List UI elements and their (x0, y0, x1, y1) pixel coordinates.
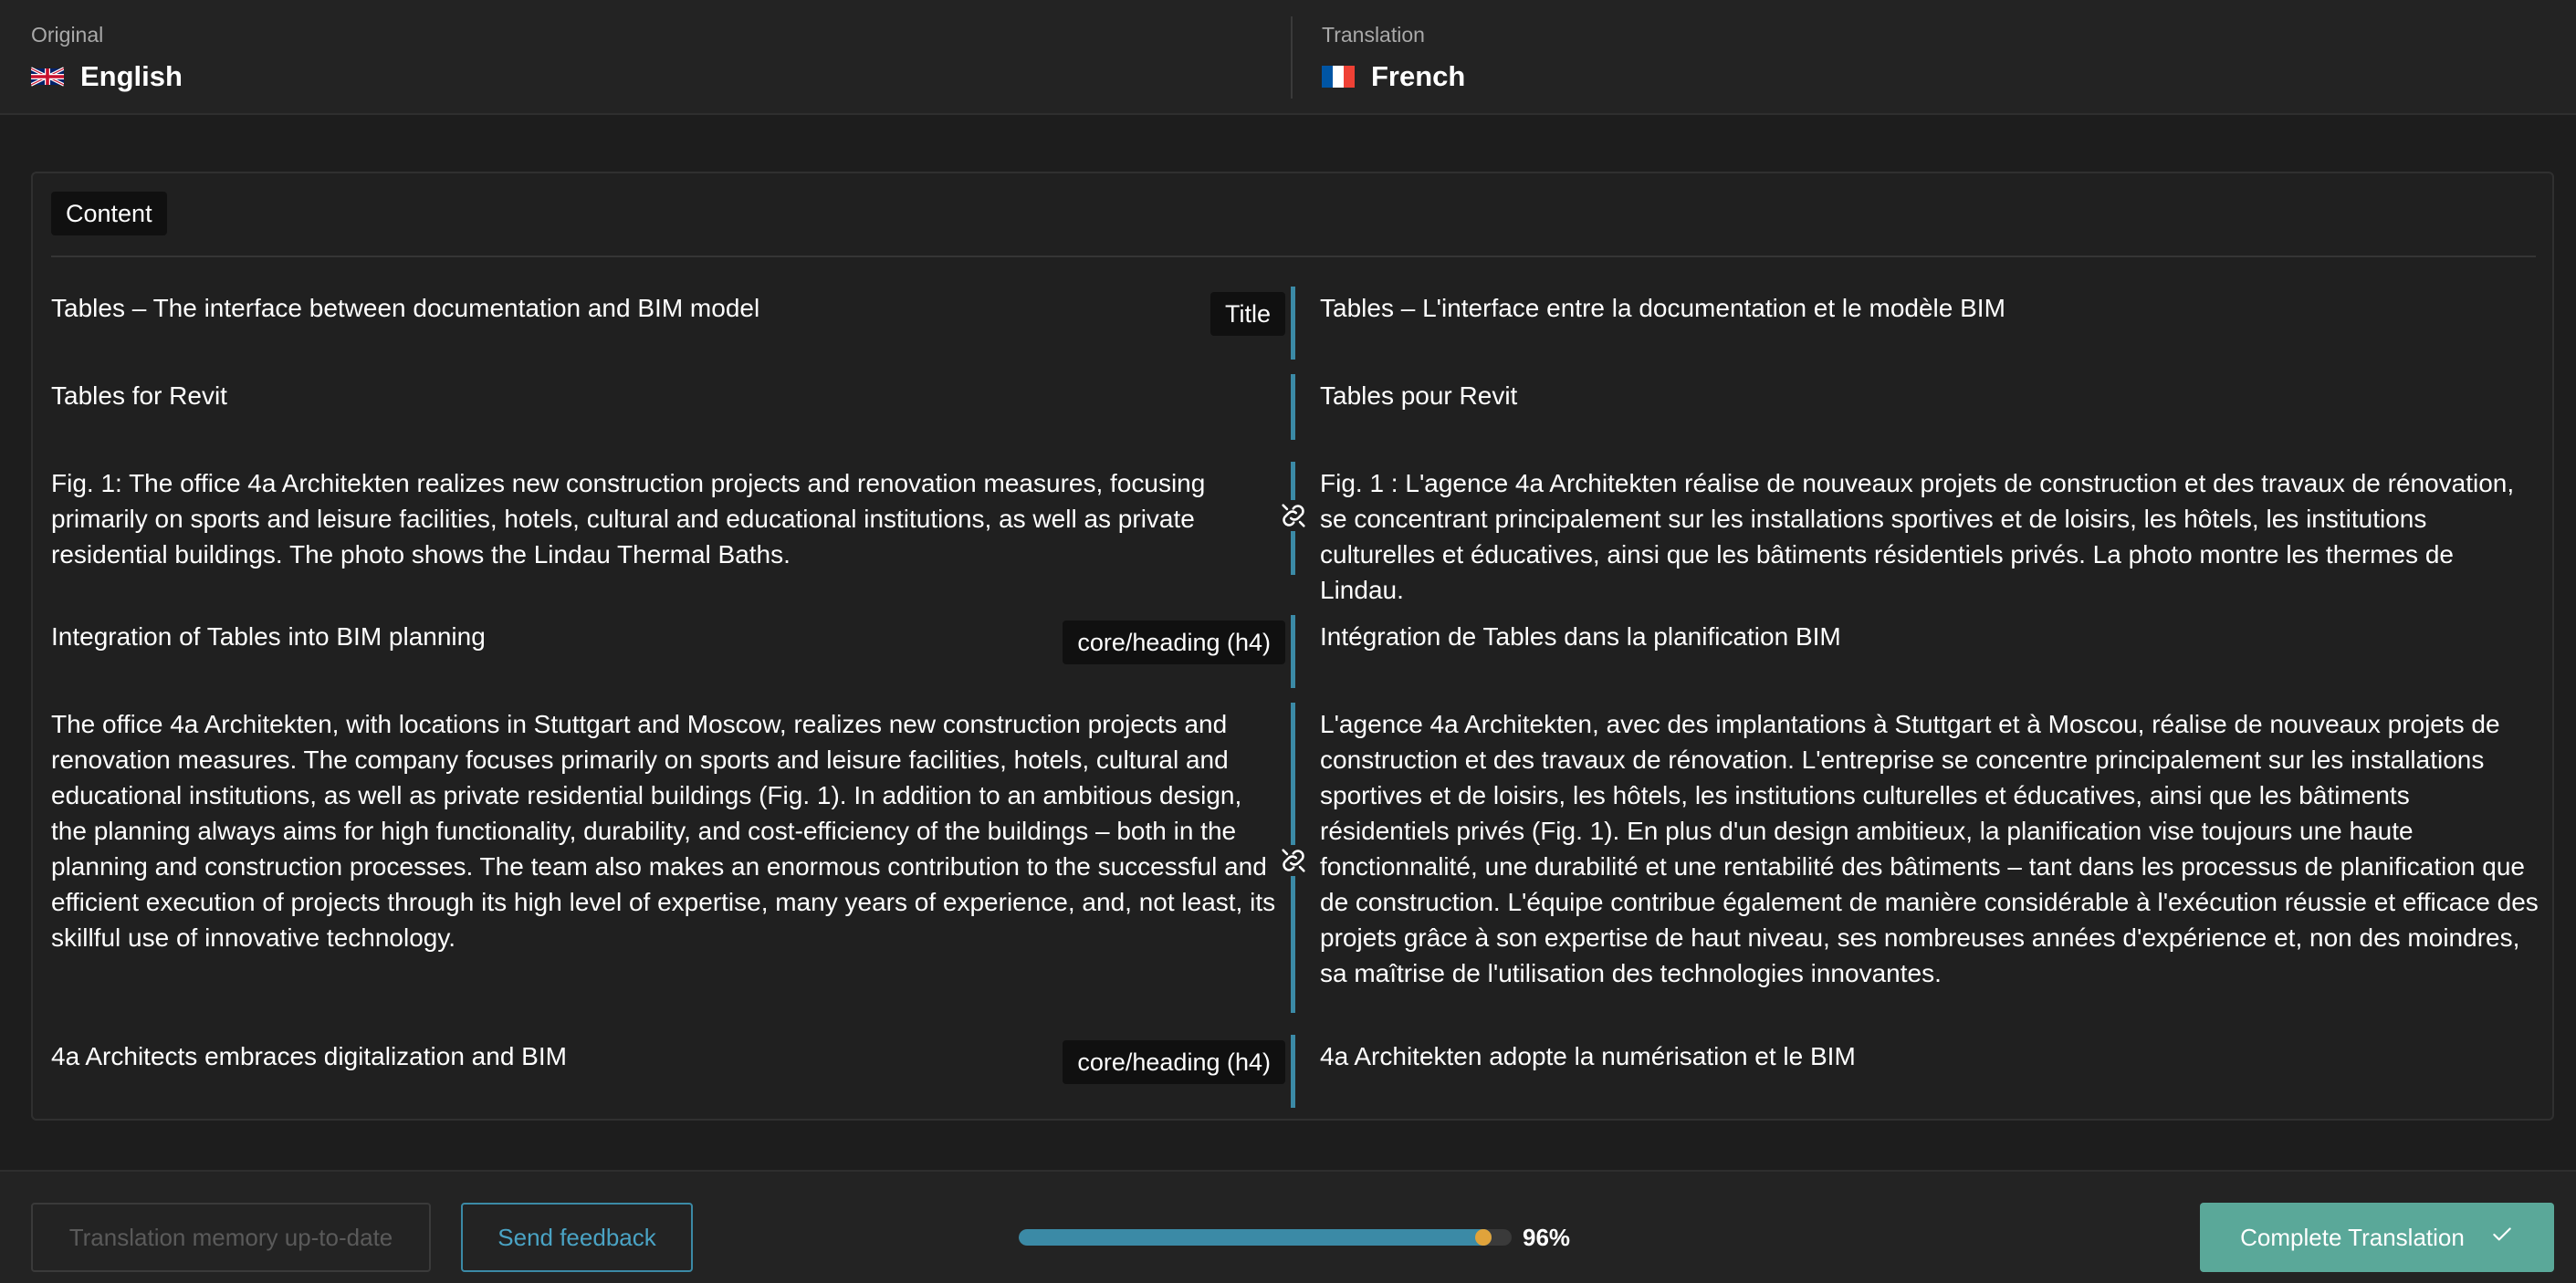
progress-bar (1019, 1229, 1512, 1246)
content-panel: Content Tables – The interface between d… (31, 172, 2554, 1121)
progress-fill (1019, 1229, 1492, 1246)
segment-divider (1291, 615, 1295, 688)
translation-caption: Translation (1322, 23, 1425, 47)
segment-divider (1291, 1035, 1295, 1108)
segment-row: 4a Architects embraces digitalization an… (33, 1035, 2552, 1108)
translation-text[interactable]: 4a Architekten adopte la numérisation et… (1320, 1038, 2543, 1074)
translation-memory-button[interactable]: Translation memory up-to-date (31, 1203, 431, 1272)
segment-row: The office 4a Architekten, with location… (33, 703, 2552, 1013)
checkmark-icon (2490, 1223, 2514, 1253)
block-type-tag: core/heading (h4) (1063, 621, 1285, 664)
complete-translation-label: Complete Translation (2240, 1223, 2465, 1251)
segment-row: Fig. 1: The office 4a Architekten realiz… (33, 462, 2552, 604)
panel-divider (51, 256, 2536, 257)
action-footer: Translation memory up-to-date Send feedb… (0, 1170, 2576, 1283)
translation-text[interactable]: Tables – L'interface entre la documentat… (1320, 290, 2543, 326)
france-flag-icon (1322, 65, 1355, 89)
original-text: The office 4a Architekten, with location… (51, 710, 1276, 952)
block-type-tag: Title (1209, 292, 1285, 336)
original-text: Tables – The interface between documenta… (51, 294, 760, 322)
original-language-name: English (80, 60, 183, 92)
complete-translation-button[interactable]: Complete Translation (2200, 1203, 2554, 1272)
segment-divider (1291, 287, 1295, 360)
translation-language: Translation French (1322, 22, 1465, 93)
translation-text[interactable]: Intégration de Tables dans la planificat… (1320, 619, 2543, 654)
translation-text[interactable]: Fig. 1 : L'agence 4a Architekten réalise… (1320, 465, 2543, 608)
original-text: Fig. 1: The office 4a Architekten realiz… (51, 469, 1206, 568)
segment-row: Integration of Tables into BIM planning … (33, 615, 2552, 688)
link-icon[interactable] (1278, 845, 1309, 876)
link-icon[interactable] (1278, 500, 1309, 531)
send-feedback-button[interactable]: Send feedback (461, 1203, 693, 1272)
content-tag: Content (51, 192, 167, 235)
progress-label: 96% (1523, 1224, 1571, 1251)
block-type-tag: core/heading (h4) (1063, 1040, 1285, 1084)
header-divider (1291, 16, 1293, 99)
language-header: Original English Translation French (0, 0, 2576, 115)
segment-row: Tables for Revit Tables pour Revit (33, 374, 2552, 440)
original-text: Tables for Revit (51, 381, 227, 410)
translation-text[interactable]: Tables pour Revit (1320, 378, 2543, 413)
segment-divider (1291, 374, 1295, 440)
segment-row: Tables – The interface between documenta… (33, 287, 2552, 360)
original-caption: Original (31, 23, 104, 47)
original-language: Original English (31, 22, 183, 93)
translation-text[interactable]: L'agence 4a Architekten, avec des implan… (1320, 706, 2543, 991)
translation-language-name: French (1371, 60, 1466, 92)
uk-flag-icon (31, 65, 64, 89)
